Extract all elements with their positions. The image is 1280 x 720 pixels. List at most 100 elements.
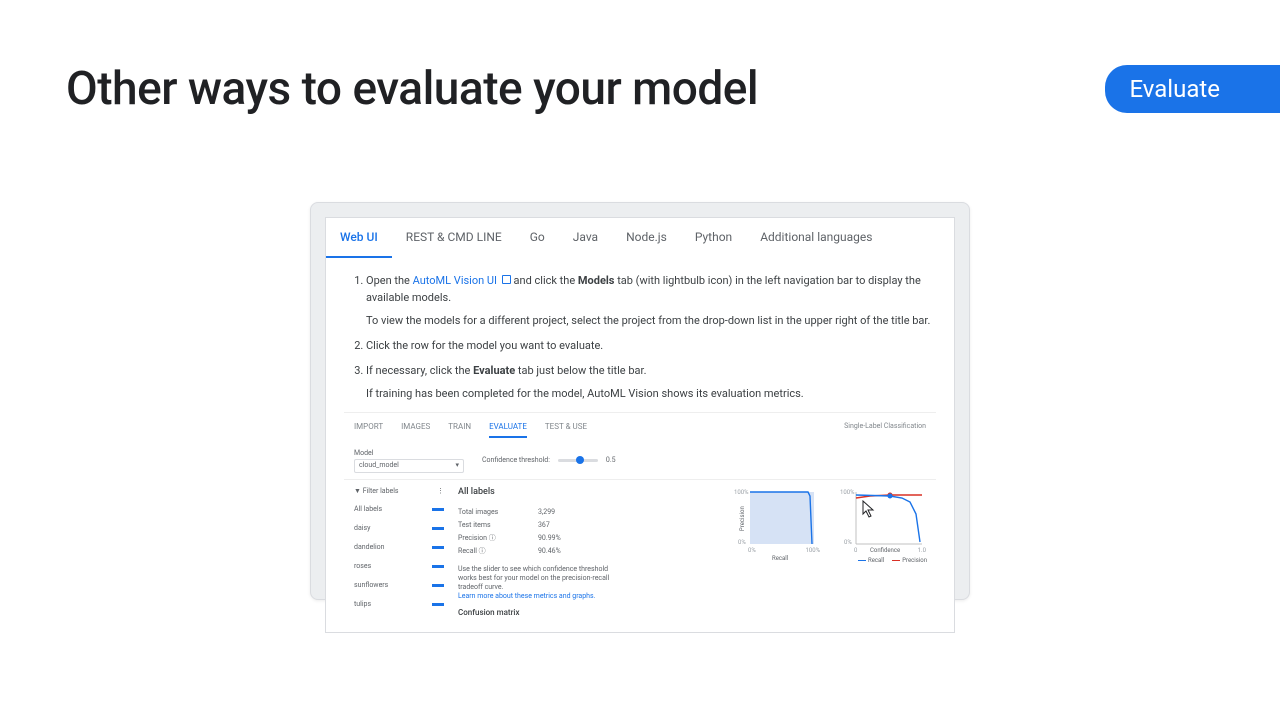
label-row-tulips[interactable]: tulips <box>354 599 444 610</box>
automl-vision-ui-link-text: AutoML Vision UI <box>413 274 497 287</box>
label-tulips-text: tulips <box>354 599 371 610</box>
tab-additional-languages[interactable]: Additional languages <box>746 218 886 258</box>
step-2: Click the row for the model you want to … <box>366 337 936 354</box>
filter-icon: ▼ <box>354 487 361 495</box>
filter-labels-text: Filter labels <box>363 487 399 495</box>
tab-evaluate[interactable]: EVALUATE <box>489 421 527 437</box>
x-axis-label: Confidence <box>870 546 900 555</box>
label-bar-icon <box>432 584 444 587</box>
stage-pill-evaluate: Evaluate <box>1105 65 1280 113</box>
tab-web-ui[interactable]: Web UI <box>326 218 392 258</box>
metric-key: Test items <box>458 520 528 531</box>
documentation-panel: Web UI REST & CMD LINE Go Java Node.js P… <box>310 202 970 600</box>
filter-labels-header: ▼ Filter labels ⋮ <box>354 486 444 497</box>
label-bar-icon <box>432 546 444 549</box>
label-bar-icon <box>432 565 444 568</box>
metric-key: Precision ⓘ <box>458 533 528 544</box>
step-1-text-b: and click the <box>514 274 578 287</box>
y-tick-0: 0% <box>844 538 852 547</box>
confusion-matrix-header: Confusion matrix <box>458 607 720 619</box>
metric-value: 3,299 <box>538 507 555 518</box>
evaluation-screenshot: IMPORT IMAGES TRAIN EVALUATE TEST & USE … <box>344 412 936 619</box>
tab-nodejs[interactable]: Node.js <box>612 218 681 258</box>
step-1-bold-models: Models <box>578 274 615 287</box>
page-title: Other ways to evaluate your model <box>66 62 758 116</box>
tab-go[interactable]: Go <box>516 218 559 258</box>
label-bar-icon <box>432 508 444 511</box>
y-tick-0: 0% <box>738 538 746 547</box>
model-field-label: Model <box>354 448 464 459</box>
step-1-text-a: Open the <box>366 274 413 287</box>
automl-vision-ui-link[interactable]: AutoML Vision UI <box>413 274 514 287</box>
legend-recall-text: Recall <box>868 556 884 565</box>
cursor-icon <box>862 500 876 518</box>
tab-test-use[interactable]: TEST & USE <box>545 421 587 437</box>
tab-java[interactable]: Java <box>559 218 612 258</box>
legend-recall: Recall <box>858 556 884 565</box>
threshold-hint: Use the slider to see which confidence t… <box>458 565 628 601</box>
y-axis-label: Precision <box>738 506 747 531</box>
metric-value: 90.46% <box>538 546 561 557</box>
step-3: If necessary, click the Evaluate tab jus… <box>366 362 936 402</box>
selected-label-title: All labels <box>458 486 720 500</box>
metric-value: 90.99% <box>538 533 561 544</box>
metric-precision: Precision ⓘ 90.99% <box>458 533 720 544</box>
metric-test-items: Test items 367 <box>458 520 720 531</box>
model-select[interactable]: cloud_model ▾ <box>354 459 464 473</box>
label-bar-icon <box>432 527 444 530</box>
label-filter-column: ▼ Filter labels ⋮ All labels daisy dande… <box>354 486 444 620</box>
learn-more-link[interactable]: Learn more about these metrics and graph… <box>458 592 596 600</box>
x-axis-label: Recall <box>772 554 788 563</box>
y-tick-100: 100% <box>734 488 749 497</box>
metric-value: 367 <box>538 520 550 531</box>
precision-recall-graph: 100% 0% 0% 100% Precision Recall <box>734 486 820 562</box>
metric-key: Recall ⓘ <box>458 546 528 557</box>
y-tick-100: 100% <box>840 488 855 497</box>
label-row-dandelion[interactable]: dandelion <box>354 542 444 553</box>
metric-key: Total images <box>458 507 528 518</box>
tab-images[interactable]: IMAGES <box>401 421 430 437</box>
model-select-value: cloud_model <box>359 460 399 471</box>
step-1-subtext: To view the models for a different proje… <box>366 312 936 329</box>
label-roses-text: roses <box>354 561 371 572</box>
threshold-label: Confidence threshold: <box>482 455 550 466</box>
tab-train[interactable]: TRAIN <box>448 421 471 437</box>
model-picker: Model cloud_model ▾ <box>354 448 464 473</box>
tab-rest-cmd[interactable]: REST & CMD LINE <box>392 218 516 258</box>
doc-content: Open the AutoML Vision UI and click the … <box>325 258 955 633</box>
tab-python[interactable]: Python <box>681 218 746 258</box>
label-row-sunflowers[interactable]: sunflowers <box>354 580 444 591</box>
more-vert-icon[interactable]: ⋮ <box>437 486 444 497</box>
tab-import[interactable]: IMPORT <box>354 421 383 437</box>
x-tick-1: 1.0 <box>918 546 926 555</box>
x-tick-0: 0% <box>748 546 756 555</box>
hint-text: Use the slider to see which confidence t… <box>458 565 609 591</box>
label-dandelion-text: dandelion <box>354 542 385 553</box>
step-3-bold-evaluate: Evaluate <box>473 364 515 377</box>
label-daisy-text: daisy <box>354 523 370 534</box>
x-tick-0: 0 <box>854 546 857 555</box>
graphs-column: 100% 0% 0% 100% Precision Recall <box>734 486 926 620</box>
classification-type-label: Single-Label Classification <box>844 421 926 437</box>
legend-precision-text: Precision <box>902 556 927 565</box>
label-row-daisy[interactable]: daisy <box>354 523 444 534</box>
legend-precision: Precision <box>892 556 927 565</box>
label-bar-icon <box>432 603 444 606</box>
precision-recall-vs-confidence-graph: 100% 0% 0 1.0 Confidence Recall Precisio… <box>840 486 926 562</box>
step-3-text-a: If necessary, click the <box>366 364 473 377</box>
confidence-threshold-control: Confidence threshold: 0.5 <box>482 455 616 466</box>
label-row-all[interactable]: All labels <box>354 504 444 515</box>
label-sunflowers-text: sunflowers <box>354 580 388 591</box>
x-tick-100: 100% <box>805 546 820 555</box>
threshold-value: 0.5 <box>606 455 616 466</box>
threshold-slider[interactable] <box>558 459 598 462</box>
metric-total-images: Total images 3,299 <box>458 507 720 518</box>
label-row-roses[interactable]: roses <box>354 561 444 572</box>
label-all-text: All labels <box>354 504 382 515</box>
metric-recall: Recall ⓘ 90.46% <box>458 546 720 557</box>
step-3-text-b: tab just below the title bar. <box>518 364 647 377</box>
chevron-down-icon: ▾ <box>455 460 459 471</box>
eval-controls-row: Model cloud_model ▾ Confidence threshold… <box>344 440 936 480</box>
step-1: Open the AutoML Vision UI and click the … <box>366 272 936 329</box>
step-3-subtext: If training has been completed for the m… <box>366 385 936 402</box>
